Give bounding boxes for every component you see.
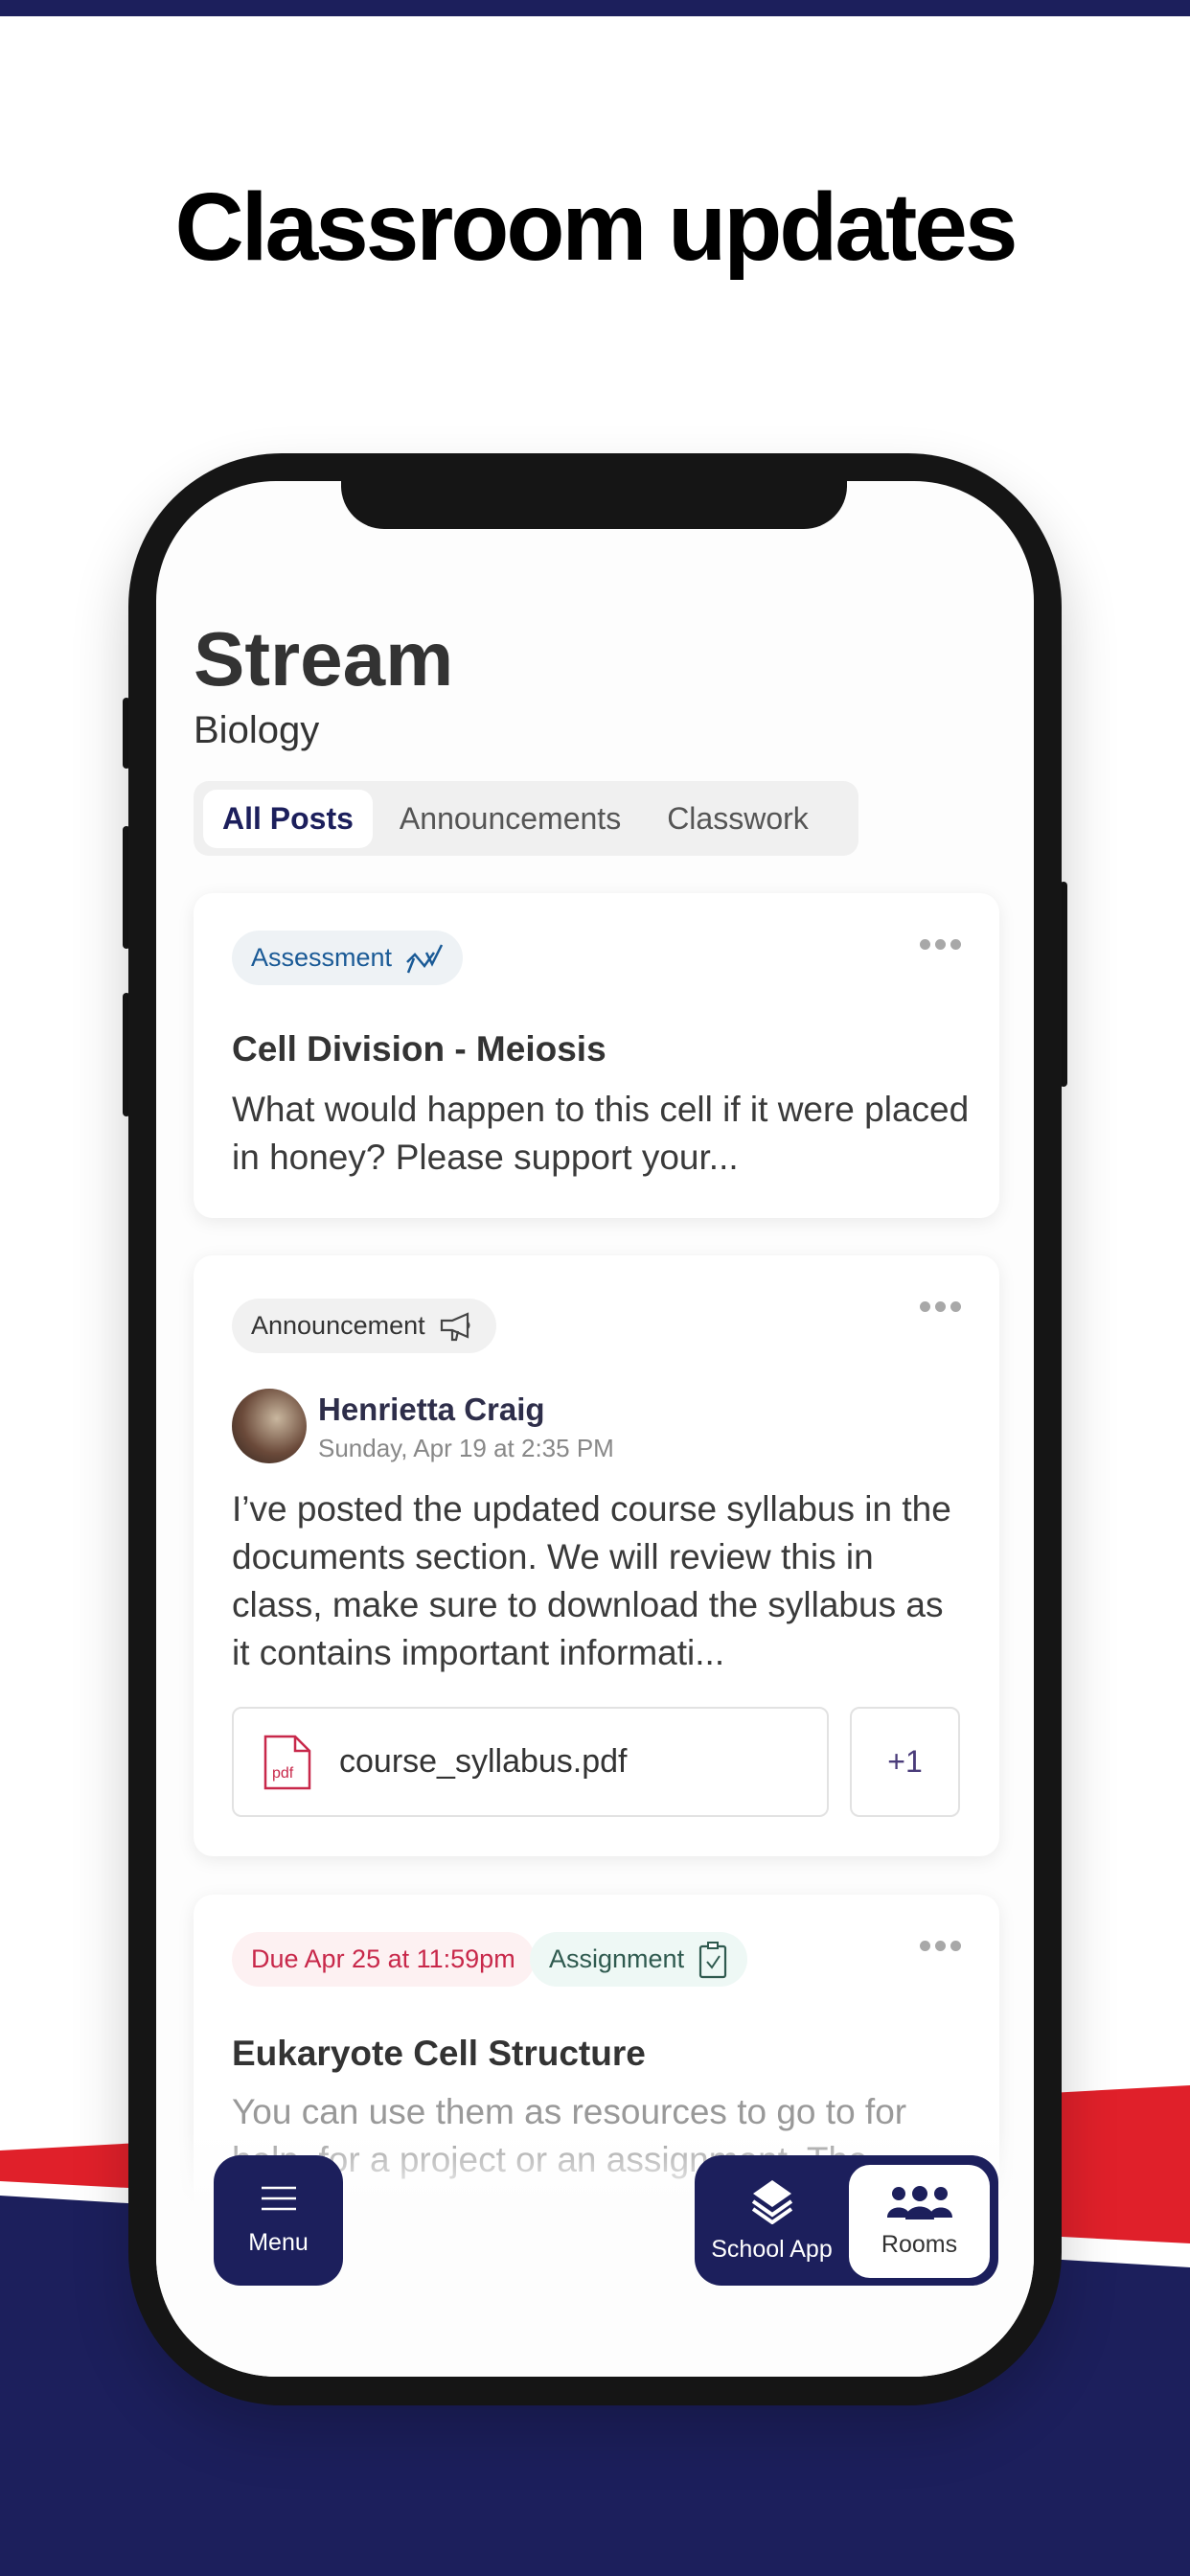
people-group-icon [886, 2185, 952, 2220]
more-options-button[interactable] [920, 1301, 961, 1312]
attachment-filename: course_syllabus.pdf [339, 1743, 628, 1780]
tag-label: Announcement [251, 1311, 425, 1340]
tag-label: Assessment [251, 943, 393, 972]
post-card-announcement[interactable]: Announcement Henrietta Craig Sunday, Apr… [194, 1255, 999, 1856]
more-attachments-button[interactable]: +1 [850, 1707, 960, 1817]
post-title: Cell Division - Meiosis [232, 1029, 606, 1069]
phone-screen: Stream Biology All Posts Announcements C… [156, 481, 1034, 2377]
more-options-button[interactable] [920, 1941, 961, 1951]
post-title: Eukaryote Cell Structure [232, 2034, 646, 2073]
attachment-file[interactable]: pdf course_syllabus.pdf [232, 1707, 829, 1817]
pdf-file-icon: pdf [263, 1735, 311, 1789]
hamburger-icon [261, 2186, 296, 2210]
headline: Classroom updates [174, 173, 1018, 281]
post-body: What would happen to this cell if it wer… [232, 1090, 970, 1177]
school-app-button[interactable]: School App [695, 2155, 849, 2286]
phone-notch [341, 481, 847, 529]
tab-classwork[interactable]: Classwork [648, 790, 828, 848]
svg-text:pdf: pdf [272, 1765, 294, 1782]
menu-label: Menu [248, 2228, 309, 2256]
menu-button[interactable]: Menu [214, 2155, 343, 2286]
post-date: Sunday, Apr 19 at 2:35 PM [318, 1434, 614, 1462]
post-card-assessment[interactable]: Assessment Cell Division - Meiosis What … [194, 893, 999, 1218]
page-title: Stream [194, 616, 454, 702]
author-name: Henrietta Craig [318, 1392, 545, 1427]
tag-label: Assignment [549, 1944, 685, 1973]
tab-all-posts[interactable]: All Posts [203, 789, 373, 848]
assignment-tag: Assignment [530, 1932, 748, 1987]
rooms-button[interactable]: Rooms [849, 2165, 990, 2278]
layers-icon [751, 2179, 792, 2224]
rooms-label: Rooms [881, 2230, 958, 2258]
due-date-tag: Due Apr 25 at 11:59pm [232, 1932, 535, 1987]
course-name: Biology [194, 709, 320, 751]
assessment-tag: Assessment [232, 931, 464, 985]
megaphone-icon [440, 1311, 470, 1341]
post-body: I’ve posted the updated course syllabus … [232, 1489, 951, 1672]
bottom-nav-group: School App Rooms [695, 2155, 998, 2286]
filter-tabs: All Posts Announcements Classwork [194, 781, 858, 856]
school-app-label: School App [711, 2235, 833, 2263]
tab-announcements[interactable]: Announcements [380, 790, 640, 848]
clipboard-check-icon [698, 1941, 727, 1978]
announcement-tag: Announcement [232, 1299, 496, 1353]
chart-check-icon [406, 943, 444, 973]
more-options-button[interactable] [920, 939, 961, 950]
avatar [232, 1389, 307, 1463]
